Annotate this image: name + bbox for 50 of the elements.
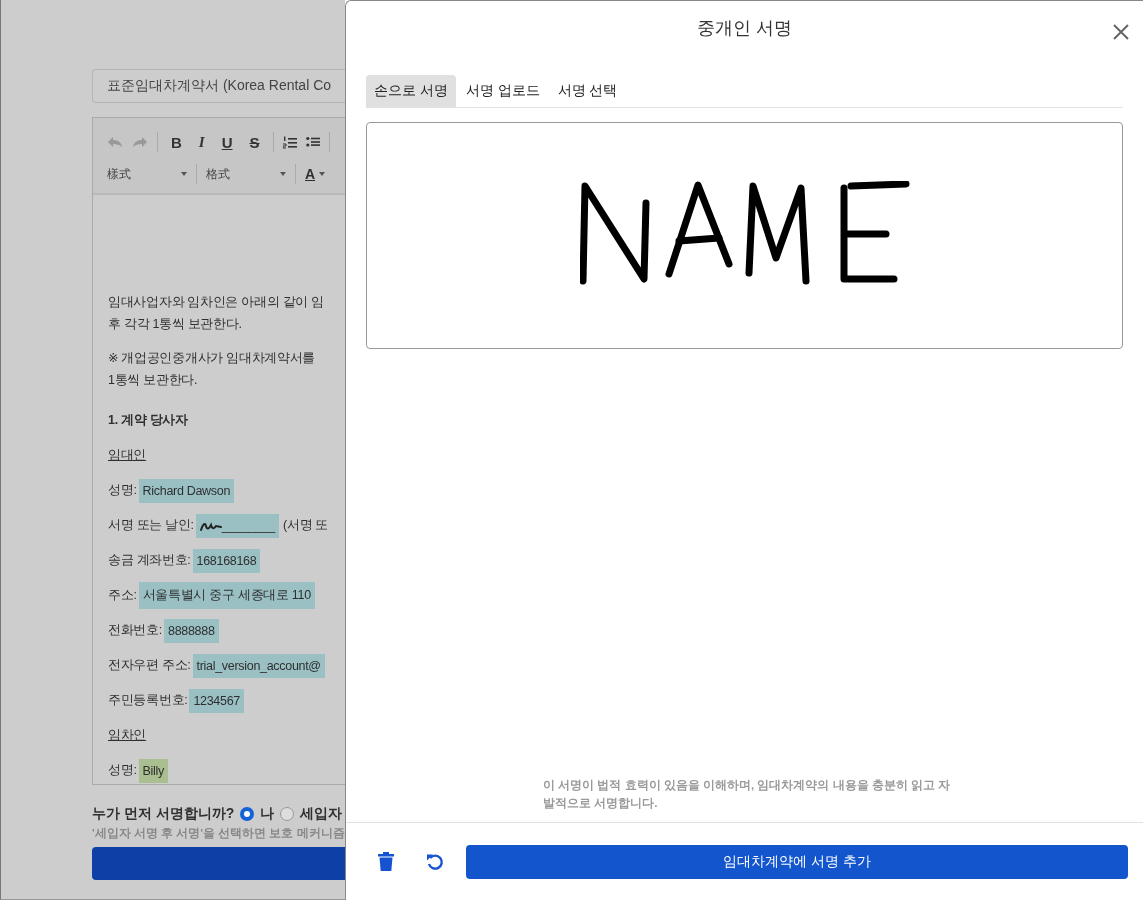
trash-icon[interactable] bbox=[378, 852, 394, 871]
field-label: 성명: bbox=[108, 482, 137, 499]
legal-notice: 이 서명이 법적 효력이 있음을 이해하며, 임대차계약의 내용을 충분히 읽고 자발적으로 서명합니다. bbox=[543, 778, 952, 811]
radio-button[interactable] bbox=[280, 807, 295, 821]
field-label: 성명: bbox=[108, 762, 137, 779]
paragraph-line: ※ 개업공인중개사가 임대차계약서를 bbox=[108, 350, 317, 367]
field-value[interactable]: 8888888 bbox=[164, 618, 219, 643]
numbered-list-icon[interactable] bbox=[282, 135, 297, 149]
reset-icon[interactable] bbox=[426, 852, 444, 871]
tab[interactable]: 서명 업로드 bbox=[457, 75, 548, 107]
field-label: 주소: bbox=[108, 587, 137, 604]
tab[interactable]: 서명 선택 bbox=[549, 75, 626, 107]
title-field[interactable]: 표준임대차계약서 (Korea Rental Co bbox=[92, 69, 345, 103]
field-note: (서명 또 bbox=[282, 517, 329, 534]
hint-text: '세입자 서명 후 서명'을 선택하면 보호 메커니즘 bbox=[92, 826, 345, 841]
field-label: 전자우편 주소: bbox=[108, 657, 191, 674]
field-label: 송금 계좌번호: bbox=[108, 552, 191, 569]
format-button[interactable]: B bbox=[167, 133, 186, 151]
field-label: 주민등록번호: bbox=[108, 692, 188, 709]
radio-button[interactable] bbox=[240, 807, 255, 821]
paragraph-line: 1통씩 보관한다. bbox=[108, 372, 199, 389]
party-heading: 임대인 bbox=[108, 447, 147, 464]
field-value[interactable]: 168168168 bbox=[192, 548, 261, 573]
format-button[interactable]: I bbox=[194, 133, 209, 151]
field-value[interactable]: ________ bbox=[195, 513, 279, 538]
text-color-button[interactable]: A bbox=[305, 166, 326, 182]
section-heading: 1. 계약 당사자 bbox=[108, 412, 188, 429]
add-signature-button[interactable]: 임대차계약에 서명 추가 bbox=[466, 844, 1128, 879]
format-button[interactable]: U bbox=[217, 133, 237, 151]
party-heading: 임차인 bbox=[108, 727, 147, 744]
radio-label[interactable]: 나 bbox=[260, 805, 275, 823]
field-value[interactable]: 서울특별시 중구 세종대로 110 bbox=[138, 582, 315, 609]
field-value[interactable]: Richard Dawson bbox=[138, 478, 235, 503]
field-value[interactable]: Billy bbox=[138, 758, 168, 783]
signature-pad[interactable] bbox=[366, 122, 1123, 349]
dialog-title: 중개인 서명 bbox=[697, 17, 792, 40]
signing-order-question: 누가 먼저 서명합니까? bbox=[92, 805, 235, 823]
field-label: 서명 또는 날인: bbox=[108, 517, 194, 534]
style-dropdown[interactable]: 樣式 bbox=[107, 165, 187, 183]
tab[interactable]: 손으로 서명 bbox=[366, 75, 456, 107]
paragraph-line: 임대사업자와 임차인은 아래의 같이 임 bbox=[108, 294, 325, 311]
field-label: 전화번호: bbox=[108, 622, 162, 639]
close-icon[interactable] bbox=[1113, 24, 1129, 40]
paragraph-line: 후 각각 1통씩 보관한다. bbox=[108, 316, 243, 333]
bullet-list-icon[interactable] bbox=[305, 136, 320, 148]
field-value[interactable]: trial_version_account@ bbox=[192, 653, 325, 678]
style-dropdown[interactable]: 格式 bbox=[206, 165, 286, 183]
field-value[interactable]: 1234567 bbox=[189, 688, 244, 713]
radio-label[interactable]: 세입자 bbox=[300, 805, 343, 823]
format-button[interactable]: S bbox=[245, 133, 264, 151]
